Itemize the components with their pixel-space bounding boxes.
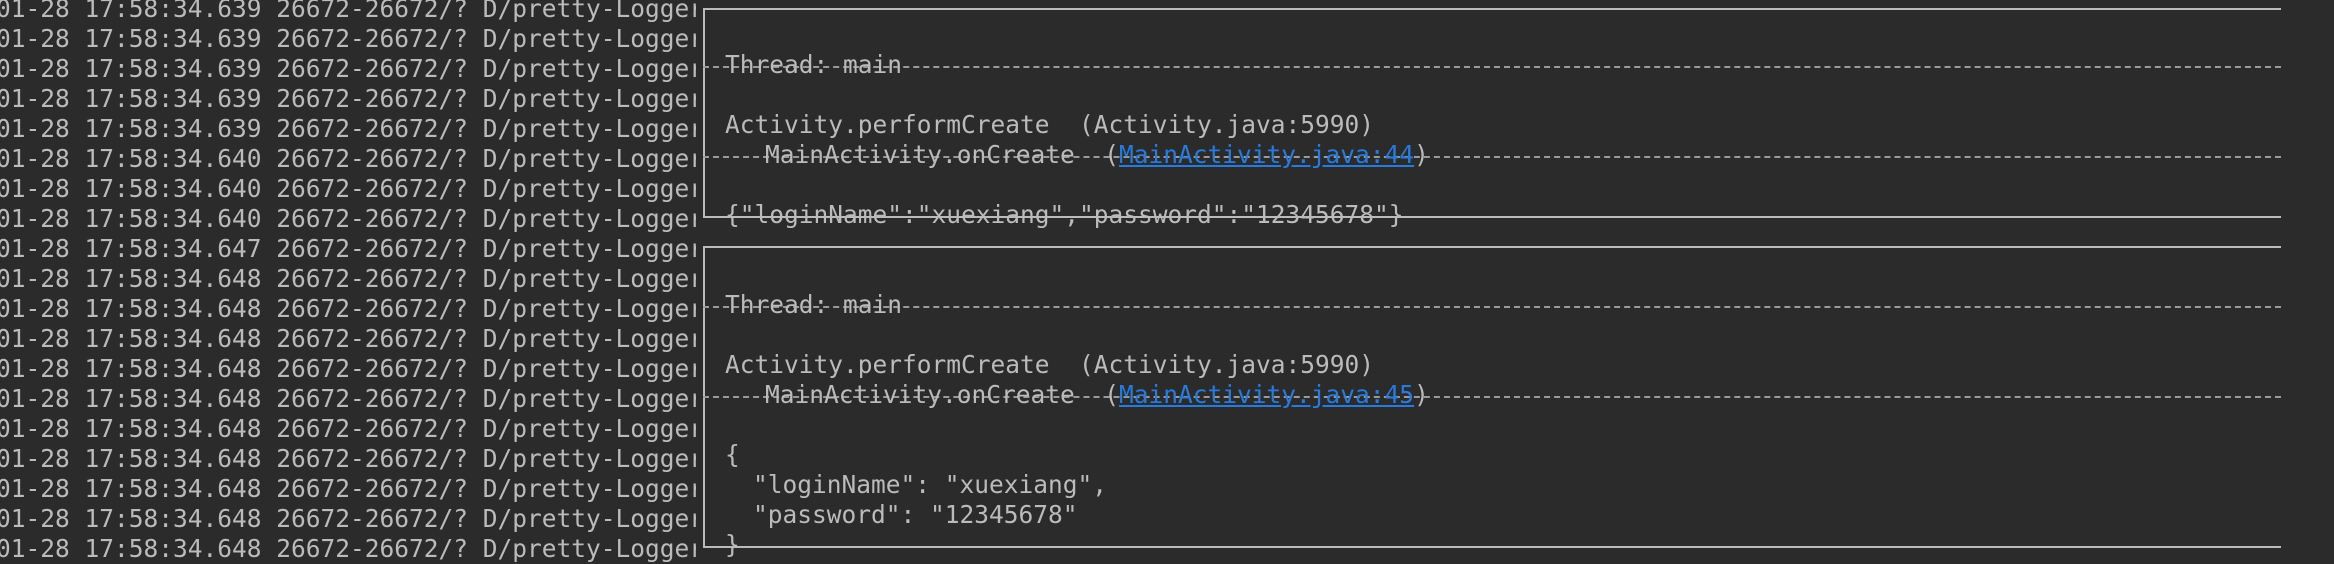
logcat-console[interactable]: 01-28 17:58:34.639 26672-26672/? D/prett…	[0, 0, 2334, 564]
thread-label: Thread: main	[725, 50, 903, 79]
stack-method: Activity.performCreate	[725, 350, 1050, 379]
box-top-border	[703, 246, 2281, 248]
json-line: {	[0, 410, 740, 469]
log-prefix: 01-28 17:58:34.640 26672-26672/? D/prett…	[0, 144, 696, 173]
paren-open: (	[1104, 140, 1120, 169]
stack-source: (Activity.java:5990)	[1079, 350, 1375, 379]
log-prefix: 01-28 17:58:34.648 26672-26672/? D/prett…	[0, 474, 696, 503]
log1-message-line: {"loginName":"xuexiang","password":"1234…	[0, 170, 1404, 229]
log-prefix: 01-28 17:58:34.648 26672-26672/? D/prett…	[0, 444, 696, 473]
json-text: "password": "12345678"	[753, 500, 1078, 529]
log-prefix: 01-28 17:58:34.639 26672-26672/? D/prett…	[0, 114, 696, 143]
stack-method: Activity.performCreate	[725, 110, 1050, 139]
box-top-border	[703, 8, 2281, 10]
log-prefix: 01-28 17:58:34.648 26672-26672/? D/prett…	[0, 294, 696, 323]
log1-stack-line: Activity.performCreate (Activity.java:59…	[0, 80, 1374, 139]
stack-frame: MainActivity.onCreate (MainActivity.java…	[725, 380, 1429, 410]
log-prefix: 01-28 17:58:34.640 26672-26672/? D/prett…	[0, 174, 696, 203]
log-prefix: 01-28 17:58:34.648 26672-26672/? D/prett…	[0, 534, 696, 563]
log-prefix: 01-28 17:58:34.639 26672-26672/? D/prett…	[0, 84, 696, 113]
box-bottom-border	[703, 546, 2281, 548]
stack-frame: Activity.performCreate (Activity.java:59…	[725, 350, 1374, 380]
paren-close: )	[1414, 380, 1429, 409]
stack-frame: Activity.performCreate (Activity.java:59…	[725, 110, 1374, 140]
log2-thread-line: Thread: main	[0, 260, 902, 319]
stack-frame: MainActivity.onCreate (MainActivity.java…	[725, 140, 1429, 170]
paren-open: (	[1104, 380, 1120, 409]
stack-method: MainActivity.onCreate	[765, 140, 1075, 169]
stack-method: MainActivity.onCreate	[765, 380, 1075, 409]
json-line: "loginName": "xuexiang",	[0, 440, 1107, 499]
json-text: }	[725, 530, 740, 559]
log-prefix: 01-28 17:58:34.640 26672-26672/? D/prett…	[0, 204, 696, 233]
log1-stack-line: MainActivity.onCreate (MainActivity.java…	[0, 110, 1429, 169]
log-prefix: 01-28 17:58:34.648 26672-26672/? D/prett…	[0, 384, 696, 413]
log-prefix: 01-28 17:58:34.648 26672-26672/? D/prett…	[0, 414, 696, 443]
thread-label: Thread: main	[725, 290, 903, 319]
box-divider	[703, 66, 2281, 68]
log-prefix: 01-28 17:58:34.648 26672-26672/? D/prett…	[0, 264, 696, 293]
paren-close: )	[1414, 140, 1429, 169]
source-link[interactable]: MainActivity.java:44	[1119, 140, 1414, 169]
log2-stack-line: Activity.performCreate (Activity.java:59…	[0, 320, 1374, 379]
json-line: }	[0, 500, 740, 559]
log2-stack-line: MainActivity.onCreate (MainActivity.java…	[0, 350, 1429, 409]
log-prefix: 01-28 17:58:34.639 26672-26672/? D/prett…	[0, 24, 696, 53]
log-prefix: 01-28 17:58:34.648 26672-26672/? D/prett…	[0, 324, 696, 353]
json-line: "password": "12345678"	[0, 470, 1078, 529]
box-divider	[703, 306, 2281, 308]
source-link[interactable]: MainActivity.java:45	[1119, 380, 1414, 409]
log-prefix: 01-28 17:58:34.647 26672-26672/? D/prett…	[0, 234, 696, 263]
log1-thread-line: Thread: main	[0, 20, 902, 79]
log-prefix: 01-28 17:58:34.648 26672-26672/? D/prett…	[0, 354, 696, 383]
stack-source: (Activity.java:5990)	[1079, 110, 1375, 139]
json-text: "loginName": "xuexiang",	[753, 470, 1108, 499]
log-prefix: 01-28 17:58:34.639 26672-26672/? D/prett…	[0, 0, 696, 23]
box-left-border	[703, 8, 705, 218]
log-prefix: 01-28 17:58:34.639 26672-26672/? D/prett…	[0, 54, 696, 83]
log-message: {"loginName":"xuexiang","password":"1234…	[725, 200, 1404, 229]
log-prefix: 01-28 17:58:34.648 26672-26672/? D/prett…	[0, 504, 696, 533]
json-text: {	[725, 440, 740, 469]
